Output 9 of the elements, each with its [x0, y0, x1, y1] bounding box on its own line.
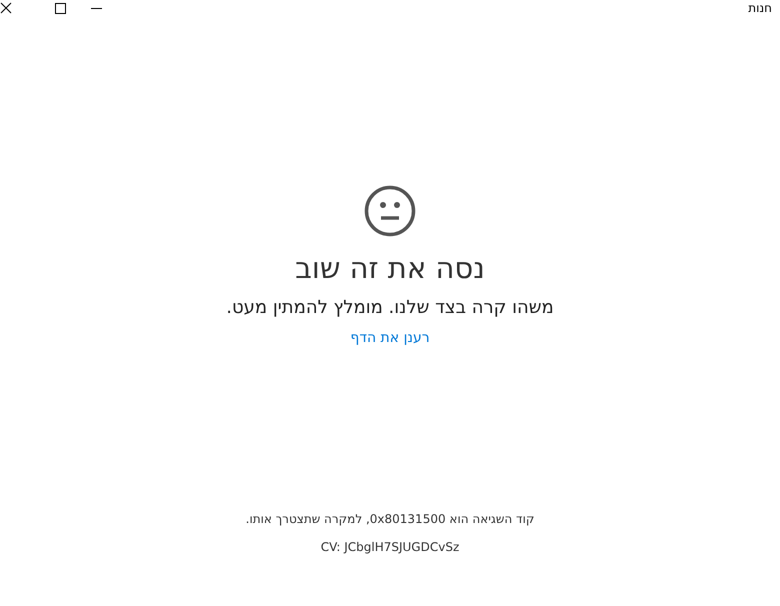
cv-text: CV: JCbglH7SJUGDCvSz	[320, 540, 460, 554]
error-heading: נסה את זה שוב	[295, 251, 485, 285]
refresh-link[interactable]: רענן את הדף	[350, 330, 430, 346]
window-title: חנות	[747, 1, 772, 15]
neutral-face-icon	[364, 185, 416, 237]
maximize-icon[interactable]	[54, 2, 66, 14]
close-icon[interactable]	[0, 2, 12, 14]
error-code-text: קוד השגיאה הוא 0x80131500, למקרה שתצטרך אותו.	[246, 512, 534, 526]
error-message: משהו קרה בצד שלנו. מומלץ להמתין מעט.	[226, 297, 554, 318]
